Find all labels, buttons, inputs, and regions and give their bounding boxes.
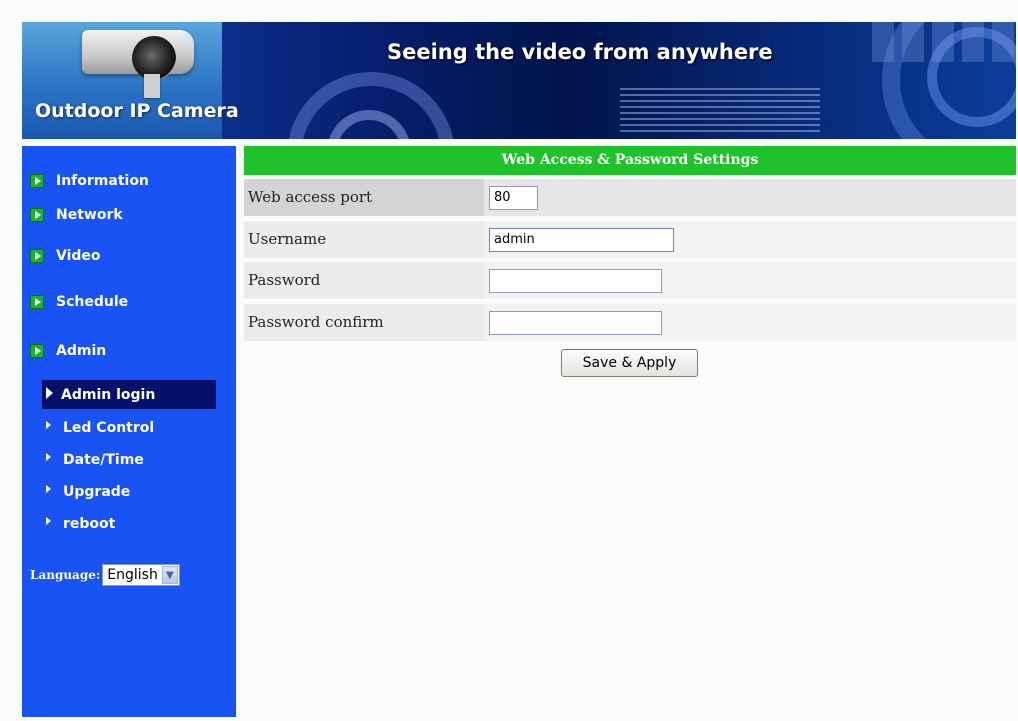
banner-tagline: Seeing the video from anywhere <box>387 40 773 64</box>
sidebar-item-network[interactable]: Network <box>30 207 123 223</box>
form-value-cell: admin <box>484 221 1016 258</box>
banner-fine-print-decoration <box>620 88 820 136</box>
green-arrow-icon <box>30 295 44 309</box>
username-input[interactable]: admin <box>489 228 674 252</box>
password-input[interactable] <box>489 269 662 293</box>
form-row-password-confirm: Password confirm <box>244 304 1016 341</box>
banner-stripes-decoration <box>872 22 1016 62</box>
sidebar-subitem-label: Upgrade <box>63 484 131 500</box>
green-arrow-icon <box>30 249 44 263</box>
form-row-web-access-port: Web access port 80 <box>244 179 1016 216</box>
sidebar-item-information[interactable]: Information <box>30 173 149 189</box>
green-arrow-icon <box>30 208 44 222</box>
sidebar-item-admin[interactable]: Admin <box>30 343 106 359</box>
page-title: Web Access & Password Settings <box>244 146 1016 175</box>
arrow-right-icon <box>46 485 51 493</box>
sidebar-subitem-admin-login[interactable]: Admin login <box>42 380 216 409</box>
chevron-down-icon[interactable]: ▼ <box>161 566 178 584</box>
camera-icon <box>82 30 194 80</box>
username-label: Username <box>244 221 484 258</box>
sidebar-subitem-label: Date/Time <box>63 452 144 468</box>
sidebar-item-label: Admin <box>56 343 107 359</box>
camera-mount <box>144 74 160 98</box>
language-select[interactable]: English ▼ <box>102 564 180 586</box>
form-value-cell: 80 <box>484 179 1016 216</box>
language-label: Language: <box>30 568 101 582</box>
save-apply-button[interactable]: Save & Apply <box>561 349 698 377</box>
web-access-port-input[interactable]: 80 <box>489 186 538 210</box>
green-arrow-icon <box>30 344 44 358</box>
sidebar-item-label: Schedule <box>56 294 129 310</box>
password-confirm-label: Password confirm <box>244 304 484 341</box>
web-access-port-label: Web access port <box>244 179 484 216</box>
language-row: Language: English ▼ <box>30 564 180 586</box>
sidebar-subitem-upgrade[interactable]: Upgrade <box>46 484 130 500</box>
password-label: Password <box>244 262 484 299</box>
sidebar-item-label: Information <box>56 173 149 189</box>
form-row-password: Password <box>244 262 1016 299</box>
sidebar-subitem-label: Led Control <box>63 420 155 436</box>
form-value-cell <box>484 304 1016 341</box>
arrow-right-icon <box>46 421 51 429</box>
sidebar-subitem-label: reboot <box>63 516 116 532</box>
banner-brand: Outdoor IP Camera <box>35 100 239 122</box>
green-arrow-icon <box>30 174 44 188</box>
sidebar-subitem-date-time[interactable]: Date/Time <box>46 452 144 468</box>
arrow-right-icon <box>46 453 51 461</box>
sidebar-item-label: Video <box>56 248 101 264</box>
language-select-value: English <box>107 567 158 583</box>
banner: Outdoor IP Camera Seeing the video from … <box>22 22 1016 139</box>
sidebar-item-schedule[interactable]: Schedule <box>30 294 128 310</box>
sidebar-item-video[interactable]: Video <box>30 248 101 264</box>
sidebar-subitem-reboot[interactable]: reboot <box>46 516 115 532</box>
password-confirm-input[interactable] <box>489 311 662 335</box>
sidebar-subitem-led-control[interactable]: Led Control <box>46 420 154 436</box>
sidebar-item-label: Network <box>56 207 123 223</box>
sidebar-subitem-label: Admin login <box>61 386 156 403</box>
form-value-cell <box>484 262 1016 299</box>
sidebar: Information Network Video Schedule Admin… <box>22 146 236 717</box>
arrow-right-icon <box>46 517 51 525</box>
form-row-username: Username admin <box>244 221 1016 258</box>
arrow-right-icon <box>46 386 53 399</box>
